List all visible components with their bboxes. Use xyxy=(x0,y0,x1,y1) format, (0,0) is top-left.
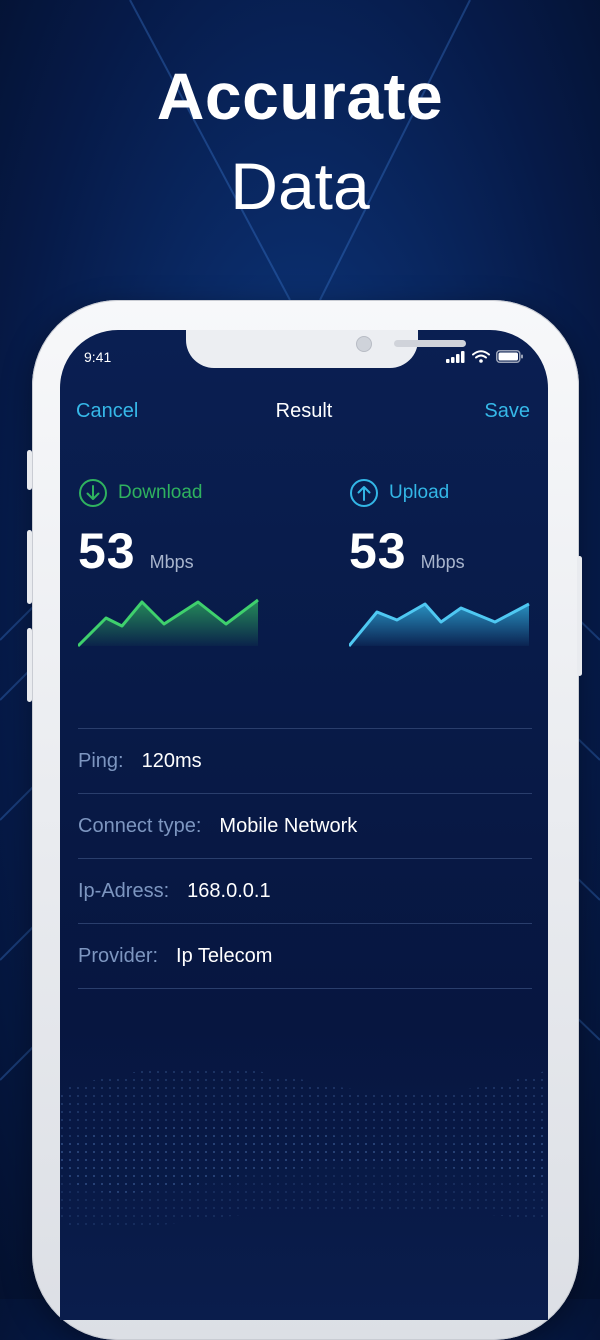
download-arrow-icon xyxy=(79,479,107,507)
phone-power-button xyxy=(577,556,582,676)
download-label: Download xyxy=(118,482,203,503)
ip-address-label: Ip-Adress: xyxy=(78,879,170,902)
ping-label: Ping: xyxy=(78,749,124,772)
phone-volume-down-button xyxy=(27,628,32,702)
info-row-ip-address: Ip-Adress: 168.0.0.1 xyxy=(78,858,532,923)
navigation-bar: Cancel Result Save xyxy=(60,400,548,430)
info-row-ping: Ping: 120ms xyxy=(78,728,532,793)
phone-notch xyxy=(186,330,466,368)
headline-title: Accurate xyxy=(156,59,444,133)
page-title: Result xyxy=(275,400,333,422)
decorative-mesh-background xyxy=(60,1067,548,1229)
cellular-signal-icon xyxy=(446,350,465,363)
upload-metric: Upload 53 Mbps xyxy=(349,478,548,580)
info-row-provider: Provider: Ip Telecom xyxy=(78,923,532,989)
provider-label: Provider: xyxy=(78,944,159,967)
wifi-icon xyxy=(472,350,490,363)
phone-screen: 9:41 Cancel Result Save Download 53 Mbps… xyxy=(60,330,548,1320)
download-metric: Download 53 Mbps xyxy=(78,478,278,580)
headline-subtitle: Data xyxy=(230,149,370,223)
upload-arrow-icon xyxy=(350,479,378,507)
phone-volume-up-button xyxy=(27,530,32,604)
connection-info-list: Ping: 120ms Connect type: Mobile Network… xyxy=(78,728,532,989)
upload-sparkline xyxy=(349,602,530,647)
earpiece-speaker xyxy=(394,340,466,347)
info-row-connect-type: Connect type: Mobile Network xyxy=(78,793,532,858)
ip-address-value: 168.0.0.1 xyxy=(187,879,271,902)
status-icons xyxy=(446,350,524,363)
front-camera xyxy=(356,336,372,352)
provider-value: Ip Telecom xyxy=(176,944,273,967)
upload-unit: Mbps xyxy=(420,552,465,572)
ping-value: 120ms xyxy=(141,749,202,772)
connect-type-label: Connect type: xyxy=(78,814,202,837)
download-value: 53 xyxy=(78,523,136,579)
phone-side-button xyxy=(27,450,32,490)
battery-icon xyxy=(496,350,523,363)
download-sparkline xyxy=(78,598,259,648)
status-time: 9:41 xyxy=(84,349,112,365)
save-button[interactable]: Save xyxy=(484,400,530,423)
download-unit: Mbps xyxy=(149,552,194,572)
upload-label: Upload xyxy=(389,482,450,503)
upload-value: 53 xyxy=(349,523,407,579)
connect-type-value: Mobile Network xyxy=(219,814,358,837)
